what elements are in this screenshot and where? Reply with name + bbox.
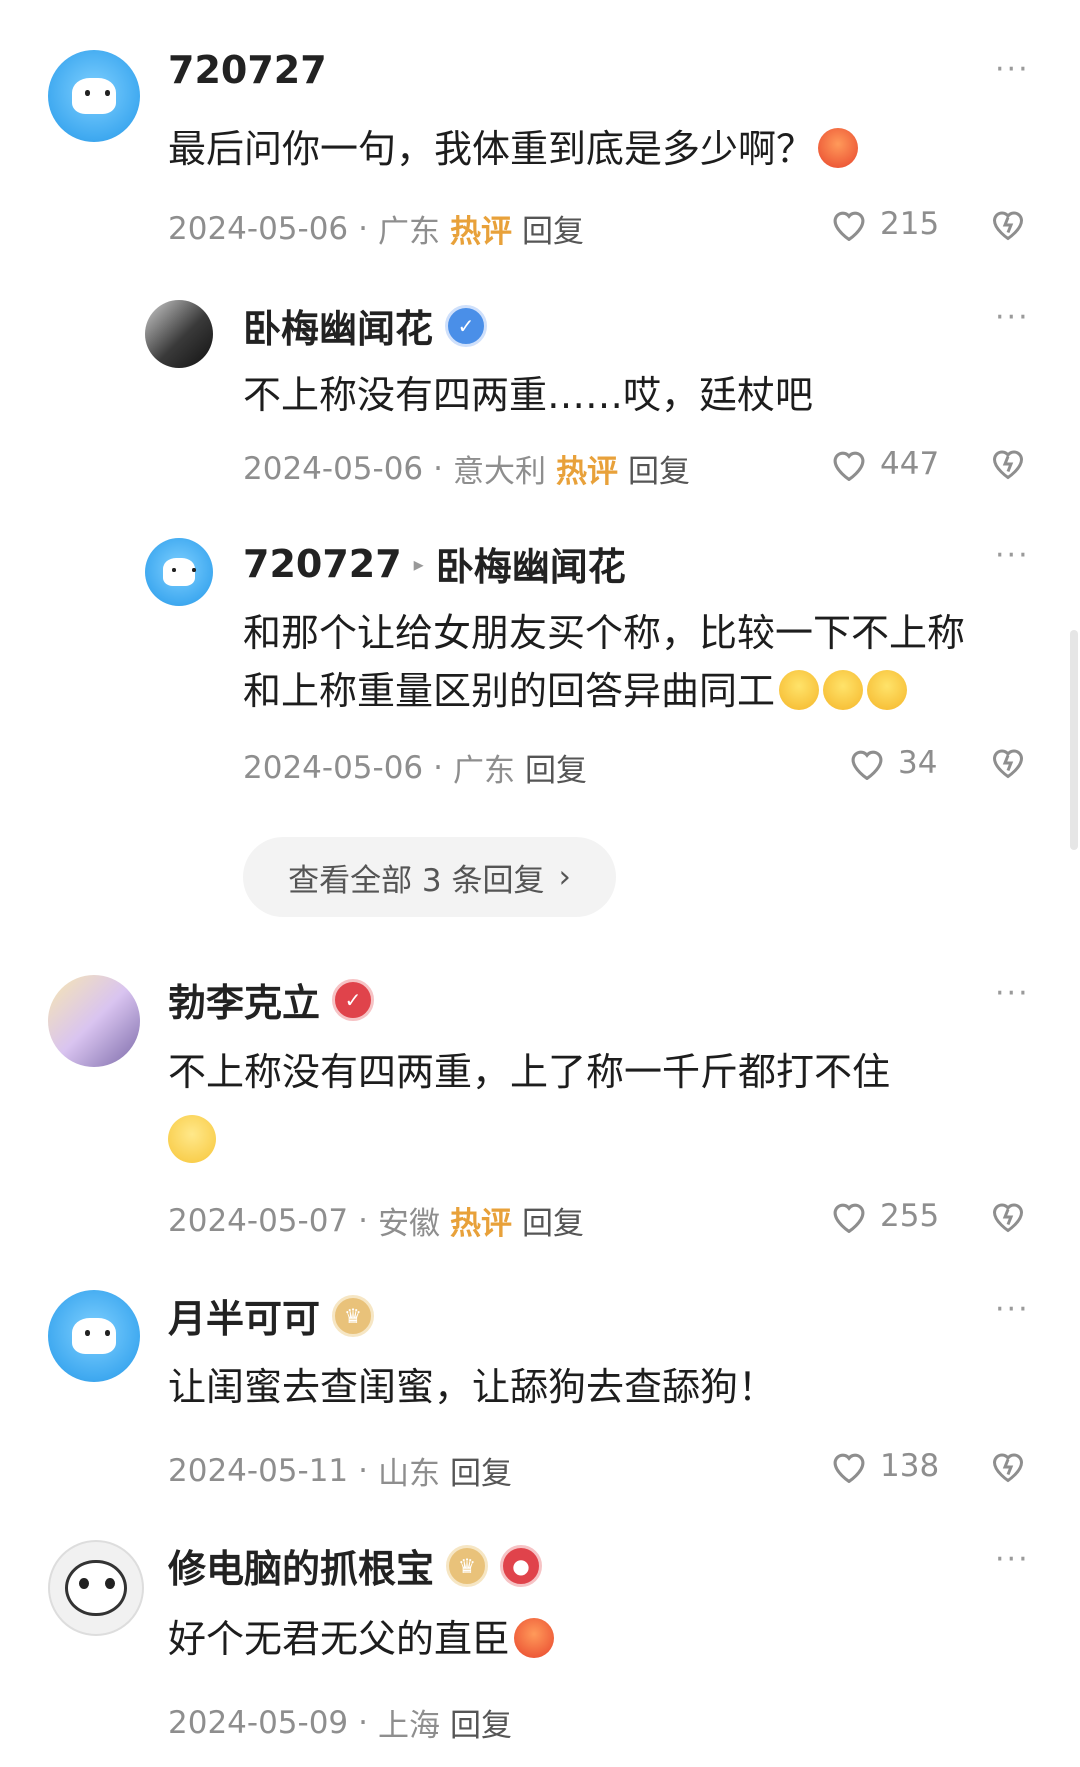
meta-separator: · xyxy=(433,749,444,786)
verified-badge-icon: ✓ xyxy=(332,978,375,1021)
comment-text: 不上称没有四两重……哎，廷杖吧 xyxy=(243,373,814,417)
crown-badge-icon: ♛ xyxy=(446,1544,489,1587)
comment-text: 让闺蜜去查闺蜜，让舔狗去查舔狗！ xyxy=(168,1365,777,1409)
dislike-heart-icon[interactable] xyxy=(990,745,1026,781)
reply-button[interactable]: 回复 xyxy=(450,1448,512,1493)
comment-text-line: 和上称重量区别的回答异曲同工 xyxy=(243,662,965,720)
comment-meta: 2024-05-06 · 意大利 热评 回复 xyxy=(243,446,690,491)
user-avatar[interactable] xyxy=(145,538,213,606)
like-button[interactable]: 34 xyxy=(848,745,937,781)
comment-date: 2024-05-06 xyxy=(243,749,424,786)
comment-text: 和那个让给女朋友买个称，比较一下不上称 和上称重量区别的回答异曲同工 xyxy=(243,604,965,720)
comment-location: 上海 xyxy=(378,1708,441,1744)
angry-emoji-icon xyxy=(514,1618,555,1658)
dislike-heart-icon[interactable] xyxy=(990,207,1026,243)
like-button[interactable]: 138 xyxy=(830,1448,939,1484)
comment-text-line: 和那个让给女朋友买个称，比较一下不上称 xyxy=(243,611,966,655)
like-button[interactable]: 215 xyxy=(830,206,939,242)
comment-meta: 2024-05-06 · 广东 回复 xyxy=(243,745,587,790)
more-options-icon[interactable]: ··· xyxy=(995,300,1030,335)
hot-comment-badge: 热评 xyxy=(556,454,619,490)
username[interactable]: 勃李克立 ✓ xyxy=(168,972,375,1027)
heart-icon xyxy=(833,451,865,481)
username[interactable]: 720727 ▸ 卧梅幽闻花 xyxy=(243,536,626,591)
username[interactable]: 720727 xyxy=(168,48,327,92)
laugh-emoji-icon xyxy=(779,670,820,710)
reply-button[interactable]: 回复 xyxy=(628,446,690,491)
verified-badge-icon: ✓ xyxy=(445,304,488,347)
more-options-icon[interactable]: ··· xyxy=(995,1542,1030,1577)
user-avatar[interactable] xyxy=(48,1290,140,1382)
meta-separator: · xyxy=(433,450,444,487)
like-count: 447 xyxy=(880,446,940,482)
like-count: 255 xyxy=(880,1198,940,1234)
comment-location: 广东 xyxy=(378,214,441,250)
heart-icon xyxy=(833,1203,865,1233)
comment-date: 2024-05-06 xyxy=(168,210,349,247)
dislike-heart-icon[interactable] xyxy=(990,446,1026,482)
like-count: 215 xyxy=(880,206,940,242)
dislike-heart-icon[interactable] xyxy=(990,1449,1026,1485)
comment-text: 不上称没有四两重，上了称一千斤都打不住 xyxy=(168,1043,890,1173)
meta-separator: · xyxy=(358,1704,369,1741)
reply-arrow-icon: ▸ xyxy=(413,551,424,576)
user-avatar[interactable] xyxy=(145,300,213,368)
meta-separator: · xyxy=(358,1202,369,1239)
comment-date: 2024-05-09 xyxy=(168,1704,349,1741)
scrollbar[interactable] xyxy=(1070,630,1078,850)
user-avatar[interactable] xyxy=(48,50,140,142)
award-badge-icon: ● xyxy=(500,1544,543,1587)
view-all-replies-button[interactable]: 查看全部 3 条回复 › xyxy=(243,837,616,917)
comment-location: 广东 xyxy=(453,753,516,789)
comment-location: 安徽 xyxy=(378,1206,441,1242)
comment-meta: 2024-05-09 · 上海 回复 xyxy=(168,1700,512,1745)
comment-meta: 2024-05-07 · 安徽 热评 回复 xyxy=(168,1198,584,1243)
more-options-icon[interactable]: ··· xyxy=(995,976,1030,1011)
meta-separator: · xyxy=(358,1452,369,1489)
more-options-icon[interactable]: ··· xyxy=(995,52,1030,87)
like-count: 34 xyxy=(898,745,938,781)
reply-button[interactable]: 回复 xyxy=(522,206,584,251)
comment-date: 2024-05-06 xyxy=(243,450,424,487)
angry-emoji-icon xyxy=(818,128,859,168)
more-options-icon[interactable]: ··· xyxy=(995,1292,1030,1327)
like-button[interactable]: 255 xyxy=(830,1198,939,1234)
crown-badge-icon: ♛ xyxy=(332,1294,375,1337)
like-button[interactable]: 447 xyxy=(830,446,939,482)
laugh-emoji-icon xyxy=(823,670,864,710)
shy-emoji-icon xyxy=(168,1115,216,1163)
user-avatar[interactable] xyxy=(48,1540,144,1636)
laugh-emoji-icon xyxy=(867,670,908,710)
reply-button[interactable]: 回复 xyxy=(525,745,587,790)
heart-icon xyxy=(833,1453,865,1483)
heart-icon xyxy=(851,750,883,780)
username[interactable]: 卧梅幽闻花 ✓ xyxy=(243,298,488,353)
comment-location: 意大利 xyxy=(453,454,547,490)
meta-separator: · xyxy=(358,210,369,247)
username[interactable]: 修电脑的抓根宝 ♛ ● xyxy=(168,1538,543,1593)
more-options-icon[interactable]: ··· xyxy=(995,538,1030,573)
reply-to-username[interactable]: 卧梅幽闻花 xyxy=(436,536,626,591)
hot-comment-badge: 热评 xyxy=(450,214,513,250)
comment-text: 好个无君无父的直臣 xyxy=(168,1610,555,1668)
comment-text: 最后问你一句，我体重到底是多少啊？ xyxy=(168,120,859,178)
comment-location: 山东 xyxy=(378,1456,441,1492)
comment-meta: 2024-05-06 · 广东 热评 回复 xyxy=(168,206,584,251)
comment-date: 2024-05-11 xyxy=(168,1452,349,1489)
heart-icon xyxy=(833,211,865,241)
user-avatar[interactable] xyxy=(48,975,140,1067)
like-count: 138 xyxy=(880,1448,940,1484)
reply-button[interactable]: 回复 xyxy=(450,1700,512,1745)
dislike-heart-icon[interactable] xyxy=(990,1199,1026,1235)
hot-comment-badge: 热评 xyxy=(450,1206,513,1242)
username[interactable]: 月半可可 ♛ xyxy=(168,1288,375,1343)
chevron-right-icon: › xyxy=(558,859,571,895)
comment-date: 2024-05-07 xyxy=(168,1202,349,1239)
reply-button[interactable]: 回复 xyxy=(522,1198,584,1243)
comment-meta: 2024-05-11 · 山东 回复 xyxy=(168,1448,512,1493)
